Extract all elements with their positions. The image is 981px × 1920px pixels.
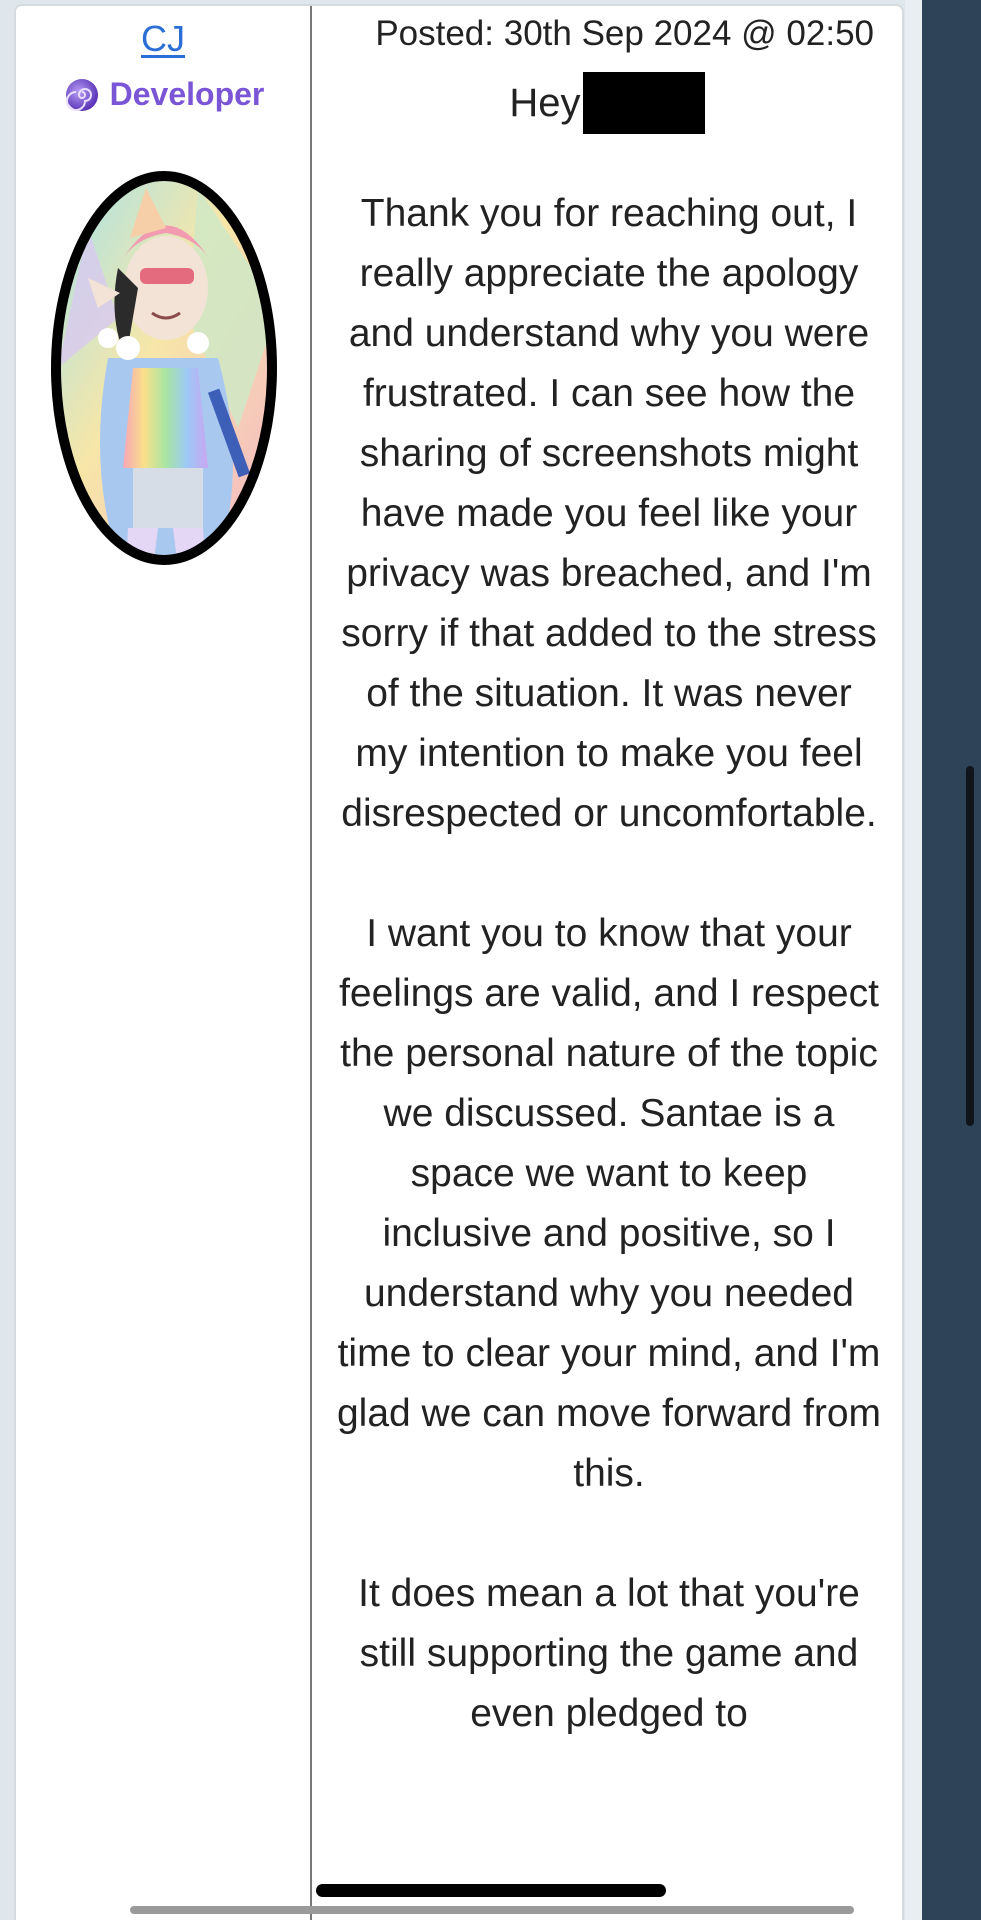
post-body-column: Posted: 30th Sep 2024 @ 02:50 Hey Thank …: [312, 6, 902, 1920]
home-indicator[interactable]: [316, 1884, 666, 1897]
page-margin: [905, 0, 922, 1920]
author-column: CJ Developer: [16, 6, 312, 1920]
avatar: [51, 171, 277, 565]
vertical-scrollbar[interactable]: [966, 766, 974, 1126]
role-label: Developer: [109, 75, 265, 112]
post-paragraph: Thank you for reaching out, I really app…: [341, 192, 877, 835]
redacted-name-block: [582, 72, 705, 134]
post-paragraph: I want you to know that your feelings ar…: [336, 912, 882, 1495]
post-content: Thank you for reaching out, I really app…: [336, 184, 882, 1804]
author-role: Developer: [16, 74, 310, 114]
page: CJ Developer Posted: 30th Sep 2024 @ 02:…: [0, 0, 981, 1920]
post-paragraph: It does mean a lot that you're still sup…: [358, 1572, 860, 1735]
author-name-link[interactable]: CJ: [141, 18, 185, 60]
forum-post: CJ Developer Posted: 30th Sep 2024 @ 02:…: [14, 4, 904, 1920]
spiral-orb-icon: [62, 74, 102, 114]
horizontal-scrollbar[interactable]: [130, 1906, 854, 1914]
post-greeting: Hey: [312, 72, 902, 134]
post-timestamp: Posted: 30th Sep 2024 @ 02:50: [375, 14, 874, 53]
greeting-text: Hey: [509, 81, 581, 125]
